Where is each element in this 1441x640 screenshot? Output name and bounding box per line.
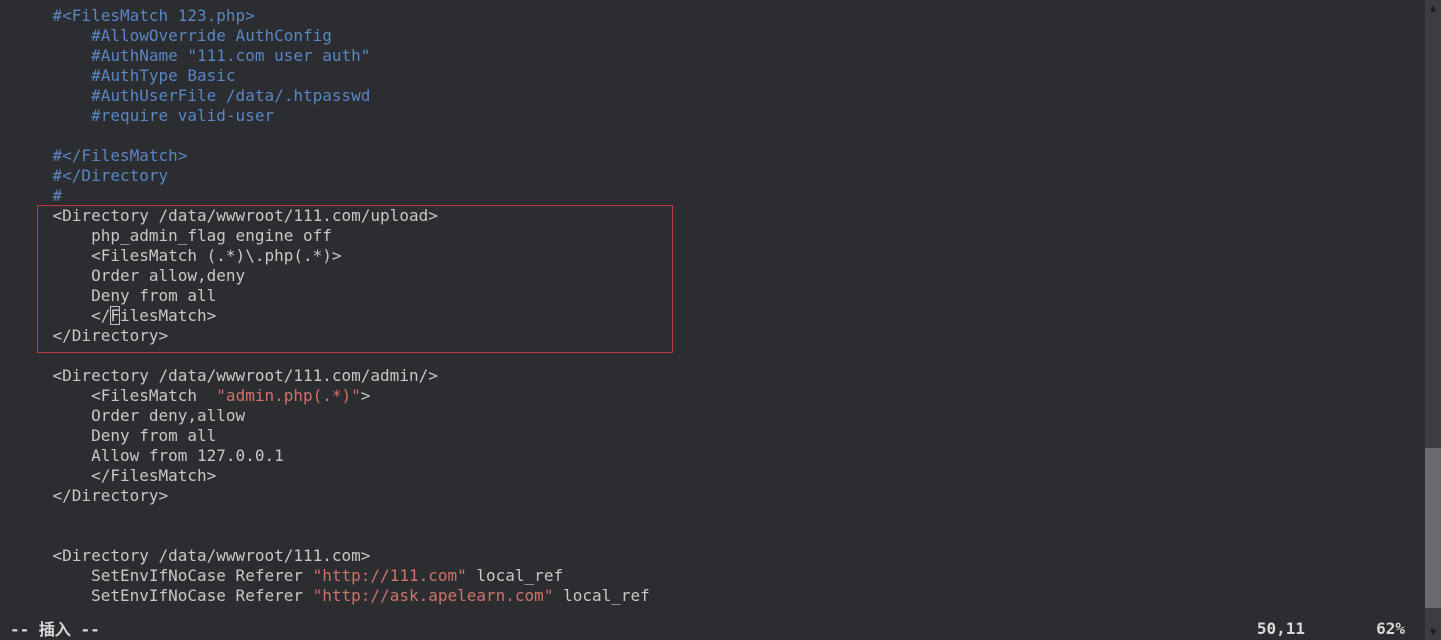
code-line[interactable]: #AuthType Basic	[14, 66, 1425, 86]
vim-mode: -- 插入 --	[10, 616, 100, 640]
code-line[interactable]: Deny from all	[14, 426, 1425, 446]
code-line[interactable]: Deny from all	[14, 286, 1425, 306]
code-line[interactable]: #AuthUserFile /data/.htpasswd	[14, 86, 1425, 106]
code-line[interactable]	[14, 346, 1425, 366]
scroll-percent: 62%	[1376, 619, 1405, 638]
status-bar: -- 插入 -- 50,11 62%	[0, 616, 1425, 640]
cursor-position: 50,11	[1257, 619, 1305, 638]
code-line[interactable]: <Directory /data/wwwroot/111.com/upload>	[14, 206, 1425, 226]
code-line[interactable]: #require valid-user	[14, 106, 1425, 126]
code-line[interactable]: #AuthName "111.com user auth"	[14, 46, 1425, 66]
code-line[interactable]: </FilesMatch>	[14, 306, 1425, 326]
code-line[interactable]: Allow from 127.0.0.1	[14, 446, 1425, 466]
code-line[interactable]: #AllowOverride AuthConfig	[14, 26, 1425, 46]
code-line[interactable]: </Directory>	[14, 486, 1425, 506]
scroll-up-icon[interactable]: ▲	[1425, 0, 1441, 16]
code-line[interactable]: Order deny,allow	[14, 406, 1425, 426]
code-line[interactable]: </FilesMatch>	[14, 466, 1425, 486]
code-line[interactable]: </Directory>	[14, 326, 1425, 346]
code-line[interactable]: php_admin_flag engine off	[14, 226, 1425, 246]
scrollbar-thumb[interactable]	[1425, 448, 1441, 608]
code-line[interactable]	[14, 126, 1425, 146]
code-line[interactable]: #	[14, 186, 1425, 206]
code-line[interactable]: #<FilesMatch 123.php>	[14, 6, 1425, 26]
code-line[interactable]: #</Directory	[14, 166, 1425, 186]
vertical-scrollbar[interactable]: ▲ ▼	[1425, 0, 1441, 640]
code-editor[interactable]: #<FilesMatch 123.php> #AllowOverride Aut…	[0, 0, 1425, 640]
code-line[interactable]: SetEnvIfNoCase Referer "http://111.com" …	[14, 566, 1425, 586]
code-line[interactable]	[14, 506, 1425, 526]
scroll-down-icon[interactable]: ▼	[1425, 624, 1441, 640]
code-line[interactable]: <FilesMatch (.*)\.php(.*)>	[14, 246, 1425, 266]
code-line[interactable]: <FilesMatch "admin.php(.*)">	[14, 386, 1425, 406]
code-line[interactable]: <Directory /data/wwwroot/111.com>	[14, 546, 1425, 566]
code-line[interactable]: Order allow,deny	[14, 266, 1425, 286]
code-line[interactable]: SetEnvIfNoCase Referer "http://ask.apele…	[14, 586, 1425, 606]
code-line[interactable]: <Directory /data/wwwroot/111.com/admin/>	[14, 366, 1425, 386]
code-line[interactable]	[14, 526, 1425, 546]
code-line[interactable]: #</FilesMatch>	[14, 146, 1425, 166]
